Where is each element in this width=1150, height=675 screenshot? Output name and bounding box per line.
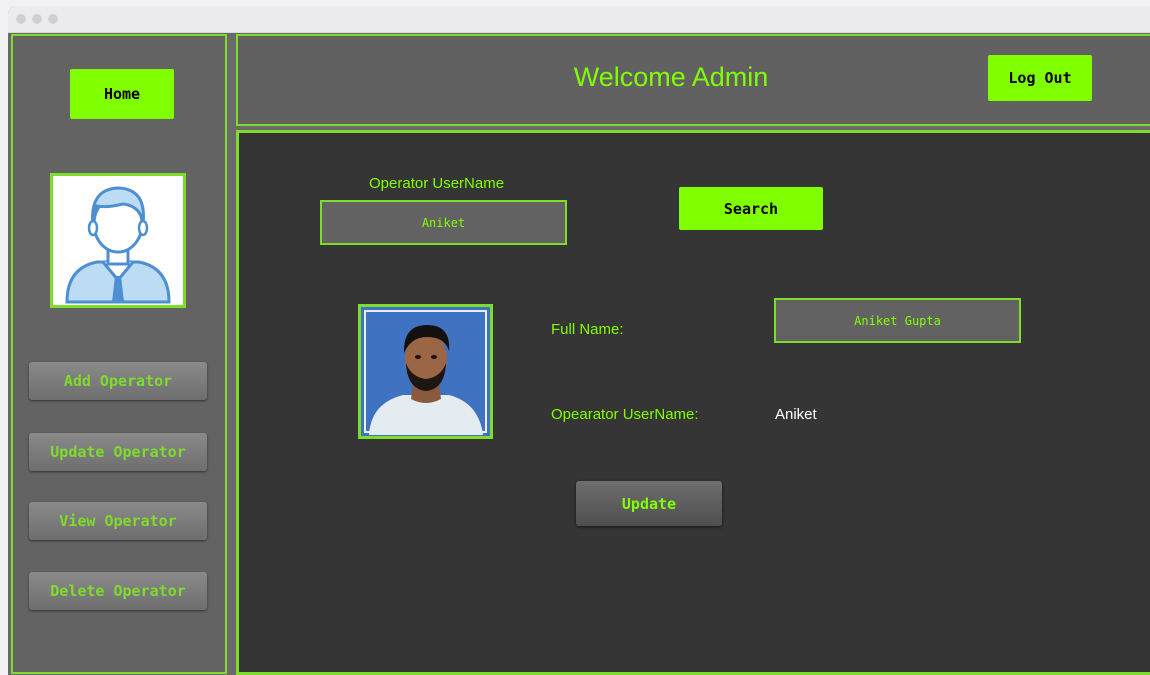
operator-username-value: Aniket [775,406,817,423]
logout-button[interactable]: Log Out [988,55,1092,101]
header: Welcome Admin Log Out [236,34,1150,126]
full-name-input[interactable]: Aniket Gupta [774,298,1021,343]
operator-username-detail-label: Opearator UserName: [551,406,699,423]
full-name-label: Full Name: [551,321,624,338]
add-operator-button[interactable]: Add Operator [29,362,207,400]
operator-photo [361,307,490,436]
update-operator-button[interactable]: Update Operator [29,433,207,471]
update-button[interactable]: Update [576,481,722,526]
search-button[interactable]: Search [679,187,823,230]
page-title: Welcome Admin [573,62,769,92]
operator-username-label: Operator UserName [369,175,505,192]
main-panel: Operator UserName Aniket Search Full Nam… [236,130,1150,675]
view-operator-button[interactable]: View Operator [29,502,207,540]
zoom-window-icon[interactable] [48,14,58,24]
minimize-window-icon[interactable] [32,14,42,24]
delete-operator-button[interactable]: Delete Operator [29,572,207,610]
title-bar [8,6,1150,33]
operator-photo-frame [358,304,493,439]
close-window-icon[interactable] [16,14,26,24]
app-window: Home Add Operator Update Operator View O… [8,6,1150,675]
home-button[interactable]: Home [70,69,174,119]
admin-avatar [50,173,186,308]
admin-avatar-icon [65,186,171,304]
operator-username-input[interactable]: Aniket [320,200,567,245]
sidebar: Home Add Operator Update Operator View O… [11,34,227,674]
